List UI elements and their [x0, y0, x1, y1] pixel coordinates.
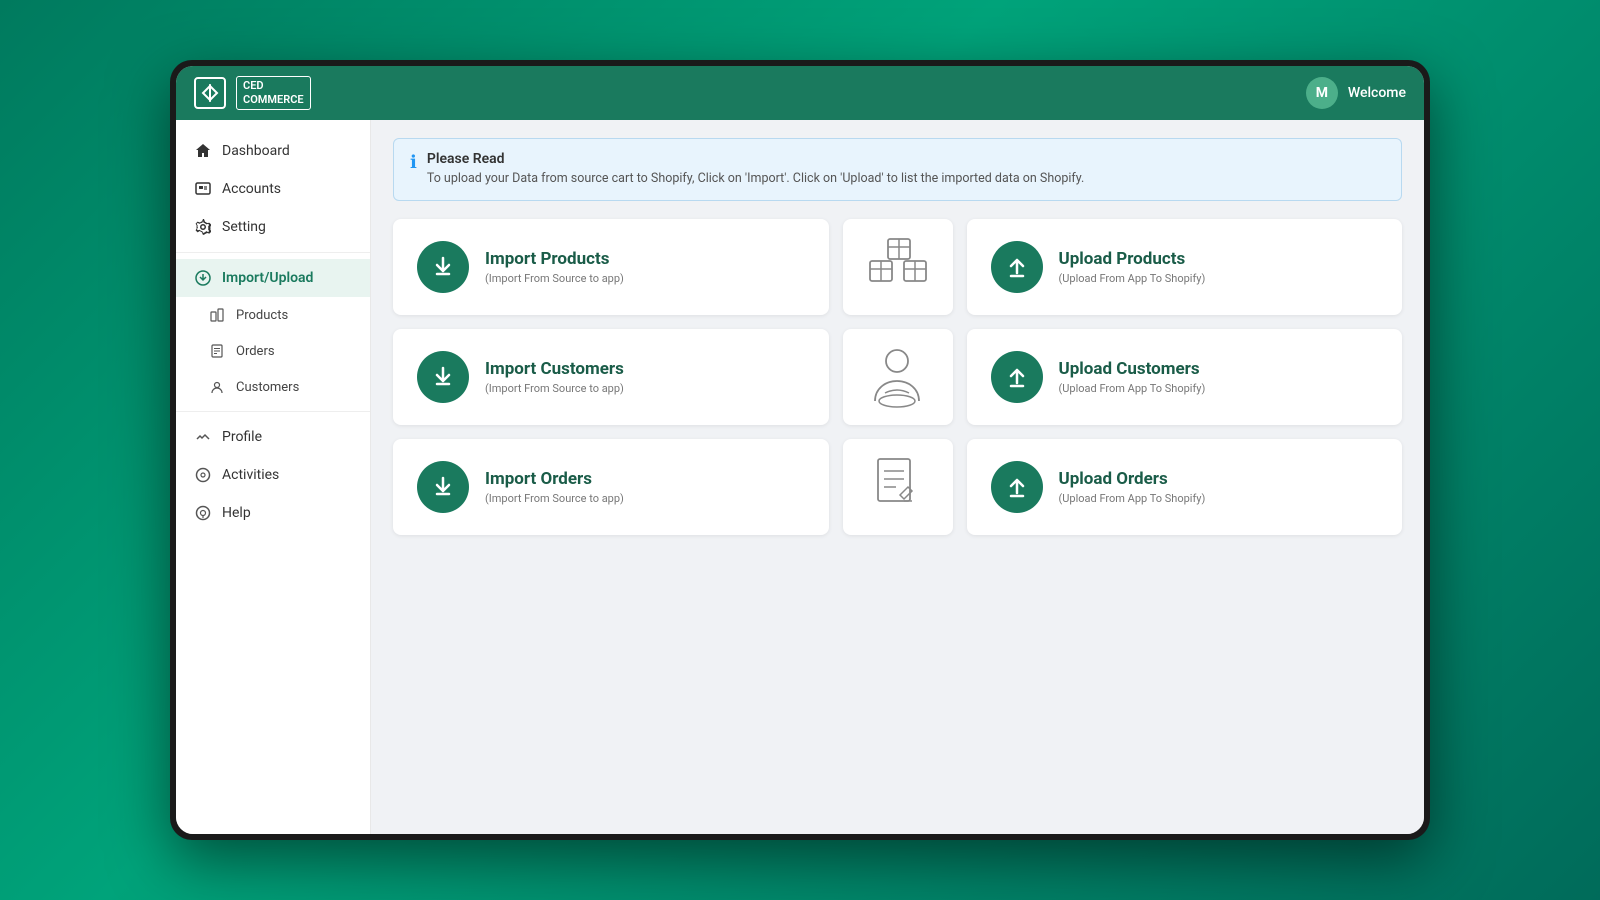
import-products-card[interactable]: Import Products (Import From Source to a…: [393, 219, 829, 315]
import-icon: [194, 269, 212, 287]
logo-text: CED COMMERCE: [236, 76, 311, 111]
help-icon: [194, 504, 212, 522]
import-customers-card[interactable]: Import Customers (Import From Source to …: [393, 329, 829, 425]
content-area: ℹ Please Read To upload your Data from s…: [371, 120, 1424, 834]
avatar: M: [1306, 77, 1338, 109]
welcome-text: Welcome: [1348, 85, 1406, 101]
upload-products-card[interactable]: Upload Products (Upload From App To Shop…: [967, 219, 1403, 315]
import-products-icon: [417, 241, 469, 293]
header: CED COMMERCE M Welcome: [176, 66, 1424, 120]
sidebar-divider-2: [176, 411, 370, 412]
main-layout: Dashboard Accounts: [176, 120, 1424, 834]
tablet-inner: CED COMMERCE M Welcome Dashboa: [176, 66, 1424, 834]
orders-icon: [208, 342, 226, 360]
sidebar: Dashboard Accounts: [176, 120, 371, 834]
import-orders-card[interactable]: Import Orders (Import From Source to app…: [393, 439, 829, 535]
sidebar-sub-orders[interactable]: Orders: [176, 333, 370, 369]
settings-icon: [194, 218, 212, 236]
sidebar-item-activities[interactable]: Activities: [176, 456, 370, 494]
notice-text: Please Read To upload your Data from sou…: [427, 151, 1084, 188]
sidebar-item-setting[interactable]: Setting: [176, 208, 370, 246]
notice-bar: ℹ Please Read To upload your Data from s…: [393, 138, 1402, 201]
info-icon: ℹ: [410, 152, 417, 173]
import-customers-label: Import Customers (Import From Source to …: [485, 359, 624, 395]
upload-orders-icon: [991, 461, 1043, 513]
cards-row-1: Import Products (Import From Source to a…: [393, 219, 1402, 315]
sidebar-divider-1: [176, 252, 370, 253]
document-image-card: [843, 439, 953, 535]
header-right: M Welcome: [1306, 77, 1406, 109]
sidebar-sub-products[interactable]: Products: [176, 297, 370, 333]
import-orders-icon: [417, 461, 469, 513]
upload-products-icon: [991, 241, 1043, 293]
upload-customers-card[interactable]: Upload Customers (Upload From App To Sho…: [967, 329, 1403, 425]
sidebar-item-help[interactable]: Help: [176, 494, 370, 532]
import-products-label: Import Products (Import From Source to a…: [485, 249, 624, 285]
upload-orders-label: Upload Orders (Upload From App To Shopif…: [1059, 469, 1206, 505]
upload-orders-card[interactable]: Upload Orders (Upload From App To Shopif…: [967, 439, 1403, 535]
upload-products-label: Upload Products (Upload From App To Shop…: [1059, 249, 1206, 285]
boxes-image-card: [843, 219, 953, 315]
cards-row-2: Import Customers (Import From Source to …: [393, 329, 1402, 425]
sidebar-sub-customers[interactable]: Customers: [176, 369, 370, 405]
person-image-card: [843, 329, 953, 425]
tablet-frame: CED COMMERCE M Welcome Dashboa: [170, 60, 1430, 840]
upload-customers-label: Upload Customers (Upload From App To Sho…: [1059, 359, 1206, 395]
sidebar-item-accounts[interactable]: Accounts: [176, 170, 370, 208]
sidebar-item-import-upload[interactable]: Import/Upload: [176, 259, 370, 297]
logo-area: CED COMMERCE: [194, 76, 311, 111]
import-orders-label: Import Orders (Import From Source to app…: [485, 469, 624, 505]
account-icon: [194, 180, 212, 198]
import-customers-icon: [417, 351, 469, 403]
customers-icon: [208, 378, 226, 396]
logo-icon: [194, 77, 226, 109]
activities-icon: [194, 466, 212, 484]
profile-icon: [194, 428, 212, 446]
sidebar-item-profile[interactable]: Profile: [176, 418, 370, 456]
sidebar-item-dashboard[interactable]: Dashboard: [176, 132, 370, 170]
upload-customers-icon: [991, 351, 1043, 403]
cards-row-3: Import Orders (Import From Source to app…: [393, 439, 1402, 535]
products-icon: [208, 306, 226, 324]
home-icon: [194, 142, 212, 160]
